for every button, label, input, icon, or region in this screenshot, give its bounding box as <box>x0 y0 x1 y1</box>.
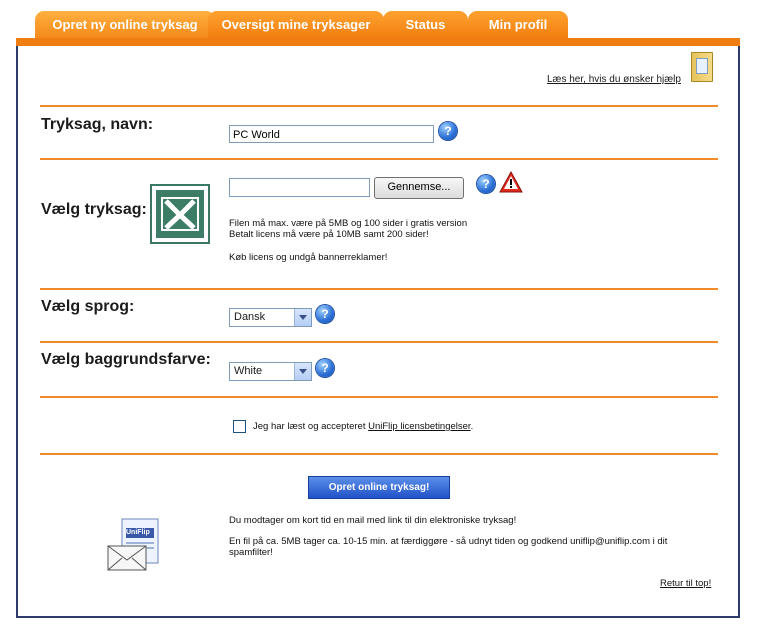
chevron-down-icon[interactable] <box>294 309 311 326</box>
help-book-icon[interactable] <box>691 52 713 82</box>
language-select-value: Dansk <box>234 311 266 323</box>
browse-button[interactable]: Gennemse... <box>374 177 464 199</box>
file-path-input[interactable] <box>229 178 370 197</box>
divider <box>40 453 718 455</box>
terms-suffix: . <box>470 421 474 432</box>
file-note-3: Køb licens og undgå bannerreklamer! <box>229 252 388 263</box>
language-label: Vælg sprog: <box>41 298 135 315</box>
divider <box>40 158 718 160</box>
terms-link[interactable]: UniFlip licensbetingelser <box>368 421 470 432</box>
divider <box>40 396 718 398</box>
info-line-1: Du modtager om kort tid en mail med link… <box>229 515 517 526</box>
file-label: Vælg tryksag: <box>41 201 147 218</box>
terms-prefix: Jeg har læst og accepteret <box>253 421 369 432</box>
bgcolor-label: Vælg baggrundsfarve: <box>41 351 211 368</box>
help-question-icon[interactable]: ? <box>477 175 495 193</box>
tab-overview[interactable]: Oversigt mine tryksager <box>208 11 384 38</box>
help-question-icon[interactable]: ? <box>316 359 334 377</box>
excel-icon <box>150 184 210 244</box>
envelope-icon <box>107 518 159 571</box>
divider <box>40 288 718 290</box>
submit-button[interactable]: Opret online tryksag! <box>308 476 450 499</box>
back-to-top-link[interactable]: Retur til top! <box>660 578 711 589</box>
file-note-2: Betalt licens må være på 10MB samt 200 s… <box>229 229 429 240</box>
divider <box>40 105 718 107</box>
terms-text: Jeg har læst og accepteret UniFlip licen… <box>253 421 473 433</box>
name-label: Tryksag, navn: <box>41 116 154 133</box>
tab-bar <box>16 38 740 46</box>
tab-create-new[interactable]: Opret ny online tryksag <box>35 11 215 38</box>
help-link[interactable]: Læs her, hvis du ønsker hjælp <box>547 74 681 85</box>
warning-icon[interactable] <box>499 171 523 193</box>
bgcolor-select-value: White <box>234 365 263 377</box>
help-question-icon[interactable]: ? <box>316 305 334 323</box>
tab-status[interactable]: Status <box>383 11 468 38</box>
name-input[interactable]: PC World <box>229 125 434 143</box>
language-select[interactable]: Dansk <box>229 308 312 327</box>
info-line-3: spamfilter! <box>229 547 273 558</box>
info-line-2: En fil på ca. 5MB tager ca. 10-15 min. a… <box>229 536 668 547</box>
tab-profile[interactable]: Min profil <box>468 11 568 38</box>
terms-checkbox[interactable] <box>233 420 246 433</box>
chevron-down-icon[interactable] <box>294 363 311 380</box>
help-question-icon[interactable]: ? <box>439 122 457 140</box>
bgcolor-select[interactable]: White <box>229 362 312 381</box>
envelope-brand: UniFlip <box>126 529 150 536</box>
divider <box>40 341 718 343</box>
